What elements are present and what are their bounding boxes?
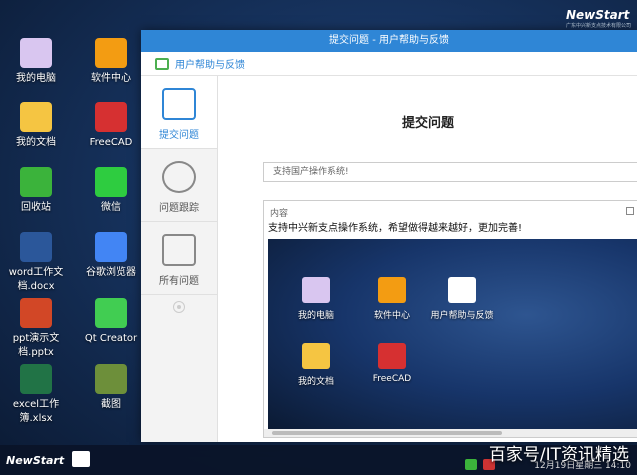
app-icon: [302, 343, 330, 369]
watermark-text: 百家号/IT资讯精选: [488, 445, 629, 465]
desktop-icon[interactable]: 截图: [75, 364, 147, 412]
desktop-icon[interactable]: word工作文档.docx: [0, 232, 72, 294]
embedded-icon-label: 软件中心: [373, 311, 410, 321]
desktop-icon[interactable]: Qt Creator: [75, 298, 147, 346]
desktop-icon-label: 软件中心: [91, 73, 131, 84]
sidebar-nav: 提交问题 问题跟踪 所有问题: [141, 76, 218, 442]
nav-label: 所有问题: [159, 276, 199, 287]
embedded-icon-label: 我的电脑: [297, 311, 334, 321]
app-icon: [20, 232, 52, 262]
app-icon: [95, 167, 127, 197]
subject-input[interactable]: 支持国产操作系统!: [263, 162, 637, 182]
horizontal-scrollbar[interactable]: [264, 429, 637, 437]
desktop-icon[interactable]: 回收站: [0, 167, 72, 215]
app-icon: [95, 364, 127, 394]
app-icon: [20, 298, 52, 328]
embedded-screenshot: 我的电脑 软件中心 用户帮助与反馈我的文档 FreeCAD: [268, 239, 637, 429]
page-title: 提交问题: [401, 116, 454, 131]
scrollbar-thumb[interactable]: [272, 431, 502, 435]
app-icon: [302, 277, 330, 303]
desktop-icon-label: 微信: [101, 202, 121, 213]
feedback-app-icon: [155, 57, 169, 70]
nav-label: 提交问题: [159, 130, 199, 141]
nav-label: 问题跟踪: [159, 203, 199, 214]
image-insert-icon[interactable]: [626, 207, 634, 215]
app-icon: [20, 102, 52, 132]
desktop-icon-label: FreeCAD: [89, 137, 133, 148]
desktop-icon-label: 我的文档: [16, 137, 56, 148]
desktop-icon-label: word工作文档.docx: [8, 267, 64, 292]
embedded-desktop-icon: FreeCAD: [352, 343, 432, 384]
app-icon: [95, 38, 127, 68]
tray-app-icon[interactable]: [465, 459, 477, 470]
embedded-icon-label: 用户帮助与反馈: [430, 311, 494, 321]
desktop-icon[interactable]: 软件中心: [75, 38, 147, 86]
nav-track-issue[interactable]: 问题跟踪: [141, 149, 217, 222]
app-icon: [95, 232, 127, 262]
taskbar-feedback-app-icon[interactable]: [72, 451, 90, 467]
brand-logo: NewStart 广东中兴新支点技术有限公司: [566, 8, 631, 29]
submit-issue-icon: [162, 88, 196, 120]
toolbar-label: 用户帮助与反馈: [175, 60, 245, 71]
desktop-icon-label: 截图: [101, 399, 121, 410]
brand-tagline: 广东中兴新支点技术有限公司: [565, 23, 631, 29]
content-editor[interactable]: 内容 支持中兴新支点操作系统，希望做得越来越好，更加完善! 我的电脑 软件中心 用户…: [263, 200, 637, 438]
nav-all-issues[interactable]: 所有问题: [141, 222, 217, 295]
feedback-window: 提交问题 - 用户帮助与反馈 用户帮助与反馈 提交问题 问题跟踪 所有问题 提交…: [141, 30, 637, 442]
nav-indicator-icon: [173, 301, 185, 313]
app-icon: [95, 298, 127, 328]
app-icon: [95, 102, 127, 132]
app-icon: [378, 277, 406, 303]
app-icon: [20, 364, 52, 394]
embedded-desktop-icon: 用户帮助与反馈: [422, 277, 502, 321]
app-icon: [448, 277, 476, 303]
embedded-desktop-icon: 我的电脑: [276, 277, 356, 321]
desktop-icon[interactable]: 我的电脑: [0, 38, 72, 86]
desktop-icon[interactable]: FreeCAD: [75, 102, 147, 150]
content-text[interactable]: 支持中兴新支点操作系统，希望做得越来越好，更加完善!: [264, 221, 637, 237]
desktop-icon[interactable]: ppt演示文档.pptx: [0, 298, 72, 360]
brand-name: NewStart: [565, 8, 630, 22]
embedded-desktop-icon: 我的文档: [276, 343, 356, 387]
all-issues-icon: [162, 234, 196, 266]
window-toolbar: 用户帮助与反馈: [141, 52, 637, 76]
embedded-icon-label: FreeCAD: [372, 374, 412, 384]
app-icon: [20, 38, 52, 68]
embedded-desktop-icon: 软件中心: [352, 277, 432, 321]
app-icon: [378, 343, 406, 369]
desktop-icon-label: Qt Creator: [84, 333, 138, 344]
nav-submit-issue[interactable]: 提交问题: [141, 76, 217, 149]
window-titlebar[interactable]: 提交问题 - 用户帮助与反馈: [141, 30, 637, 52]
start-button[interactable]: NewStart: [6, 454, 64, 467]
app-icon: [20, 167, 52, 197]
desktop-icon-label: 回收站: [21, 202, 51, 213]
desktop-icon[interactable]: excel工作簿.xlsx: [0, 364, 72, 426]
desktop-icon[interactable]: 我的文档: [0, 102, 72, 150]
desktop-icon-label: 谷歌浏览器: [86, 267, 136, 278]
content-label: 内容: [270, 209, 289, 219]
desktop-icon[interactable]: 谷歌浏览器: [75, 232, 147, 280]
desktop-icon[interactable]: 微信: [75, 167, 147, 215]
desktop-icon-label: ppt演示文档.pptx: [12, 333, 60, 358]
desktop-icon-label: 我的电脑: [16, 73, 56, 84]
track-issue-icon: [162, 161, 196, 193]
main-panel: 提交问题 支持国产操作系统! 内容 支持中兴新支点操作系统，希望做得越来越好，更…: [219, 76, 637, 442]
desktop-icon-label: excel工作簿.xlsx: [12, 399, 60, 424]
embedded-icon-label: 我的文档: [297, 377, 334, 387]
